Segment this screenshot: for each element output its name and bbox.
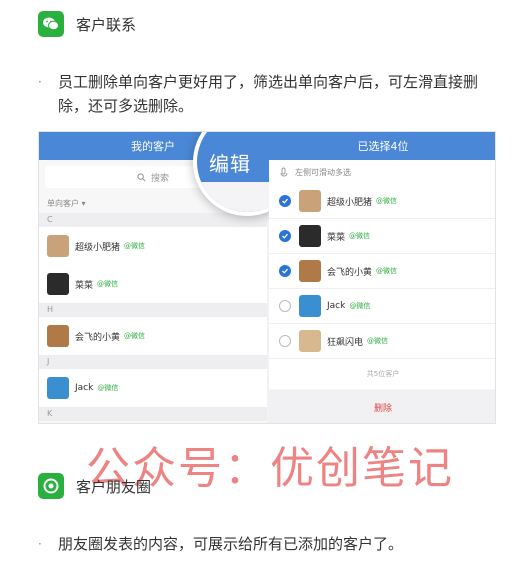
group-letter: H — [39, 303, 267, 317]
checkbox-unchecked[interactable] — [279, 300, 291, 312]
wechat-tag: @微信 — [367, 337, 389, 345]
contact-row[interactable]: 超级小肥猪 @微信 — [39, 227, 267, 265]
contact-name: 超级小肥猪 — [75, 242, 121, 253]
selectable-contact-row[interactable]: 菜菜 @微信 — [269, 219, 495, 254]
check-icon — [282, 233, 288, 239]
moments-camera-icon — [38, 473, 64, 499]
contact-name: 会飞的小黄 — [75, 332, 121, 343]
wechat-chat-icon — [38, 11, 64, 37]
selectable-contact-row[interactable]: 狂飙闪电 @微信 — [269, 324, 495, 359]
wechat-tag: @微信 — [376, 197, 398, 205]
avatar — [47, 377, 69, 399]
contact-name: 菜菜 — [75, 280, 94, 291]
delete-button[interactable]: 删除 — [269, 390, 495, 423]
search-placeholder: 搜索 — [150, 173, 169, 184]
contact-row[interactable]: 会飞的小黄 @微信 — [39, 317, 267, 355]
wechat-tag: @微信 — [97, 280, 119, 288]
checkbox-unchecked[interactable] — [279, 335, 291, 347]
avatar — [299, 190, 321, 212]
wechat-tag: @微信 — [376, 267, 398, 275]
contact-row[interactable]: 菜菜 @微信 — [39, 265, 267, 303]
section-header-customer-contact: 客户联系 — [38, 11, 136, 37]
bullet-dot: · — [38, 537, 42, 551]
checkbox-checked[interactable] — [279, 195, 291, 207]
chevron-down-icon: ▾ — [81, 199, 86, 208]
contact-name: 菜菜 — [327, 232, 346, 243]
selectable-contact-row[interactable]: 会飞的小黄 @微信 — [269, 254, 495, 289]
filter-label: 单向客户 — [47, 199, 79, 208]
bullet-dot: · — [38, 75, 42, 89]
group-letter: K — [39, 407, 267, 421]
avatar — [47, 273, 69, 295]
wechat-tag: @微信 — [349, 302, 371, 310]
section-title: 客户联系 — [76, 15, 137, 34]
avatar — [299, 330, 321, 352]
customer-count: 共5位客户 — [269, 359, 495, 389]
contact-name: Jack — [327, 301, 346, 311]
wechat-tag: @微信 — [97, 384, 119, 392]
contact-name: 会飞的小黄 — [327, 267, 373, 278]
wechat-tag: @微信 — [124, 242, 146, 250]
wechat-tag: @微信 — [349, 232, 371, 240]
wechat-tag: @微信 — [124, 332, 146, 340]
swipe-hint: 左侧可滑动多选 — [269, 160, 495, 184]
group-letter: C — [39, 213, 267, 227]
bullet-paragraph: · 员工删除单向客户更好用了，筛选出单向客户后，可左滑直接删除，还可多选删除。 — [38, 70, 498, 118]
avatar — [299, 260, 321, 282]
bullet-text: 朋友圈发表的内容，可展示给所有已添加的客户了。 — [58, 535, 404, 553]
checkbox-checked[interactable] — [279, 265, 291, 277]
bullet-paragraph: · 朋友圈发表的内容，可展示给所有已添加的客户了。 — [38, 532, 498, 556]
avatar — [299, 295, 321, 317]
swipe-hand-icon — [280, 167, 288, 177]
selected-count-header: 已选择4位 — [269, 132, 495, 160]
edit-button[interactable]: 编辑 — [209, 148, 251, 177]
contact-name: Jack — [75, 383, 94, 393]
swipe-hint-text: 左侧可滑动多选 — [295, 167, 351, 177]
selectable-contact-row[interactable]: Jack @微信 — [269, 289, 495, 324]
checkbox-checked[interactable] — [279, 230, 291, 242]
app-screenshot: 我的客户 搜索 单向客户 ▾ C 超级小肥猪 @微信 菜菜 @微信 H 会飞的小… — [38, 131, 496, 424]
section-header-customer-moments: 客户朋友圈 — [38, 473, 151, 499]
avatar — [47, 325, 69, 347]
contact-name: 狂飙闪电 — [327, 337, 364, 348]
selected-customers-pane: 已选择4位 左侧可滑动多选 超级小肥猪 @微信 菜菜 @微信 会飞的小黄 @微信… — [269, 132, 495, 423]
contact-name: 超级小肥猪 — [327, 197, 373, 208]
group-letter: J — [39, 355, 267, 369]
avatar — [299, 225, 321, 247]
section-title: 客户朋友圈 — [76, 477, 152, 496]
search-icon — [137, 172, 146, 181]
contact-row[interactable]: Jack @微信 — [39, 369, 267, 407]
check-icon — [282, 268, 288, 274]
bullet-text: 员工删除单向客户更好用了，筛选出单向客户后，可左滑直接删除，还可多选删除。 — [58, 73, 479, 115]
selectable-contact-row[interactable]: 超级小肥猪 @微信 — [269, 184, 495, 219]
check-icon — [282, 198, 288, 204]
avatar — [47, 235, 69, 257]
